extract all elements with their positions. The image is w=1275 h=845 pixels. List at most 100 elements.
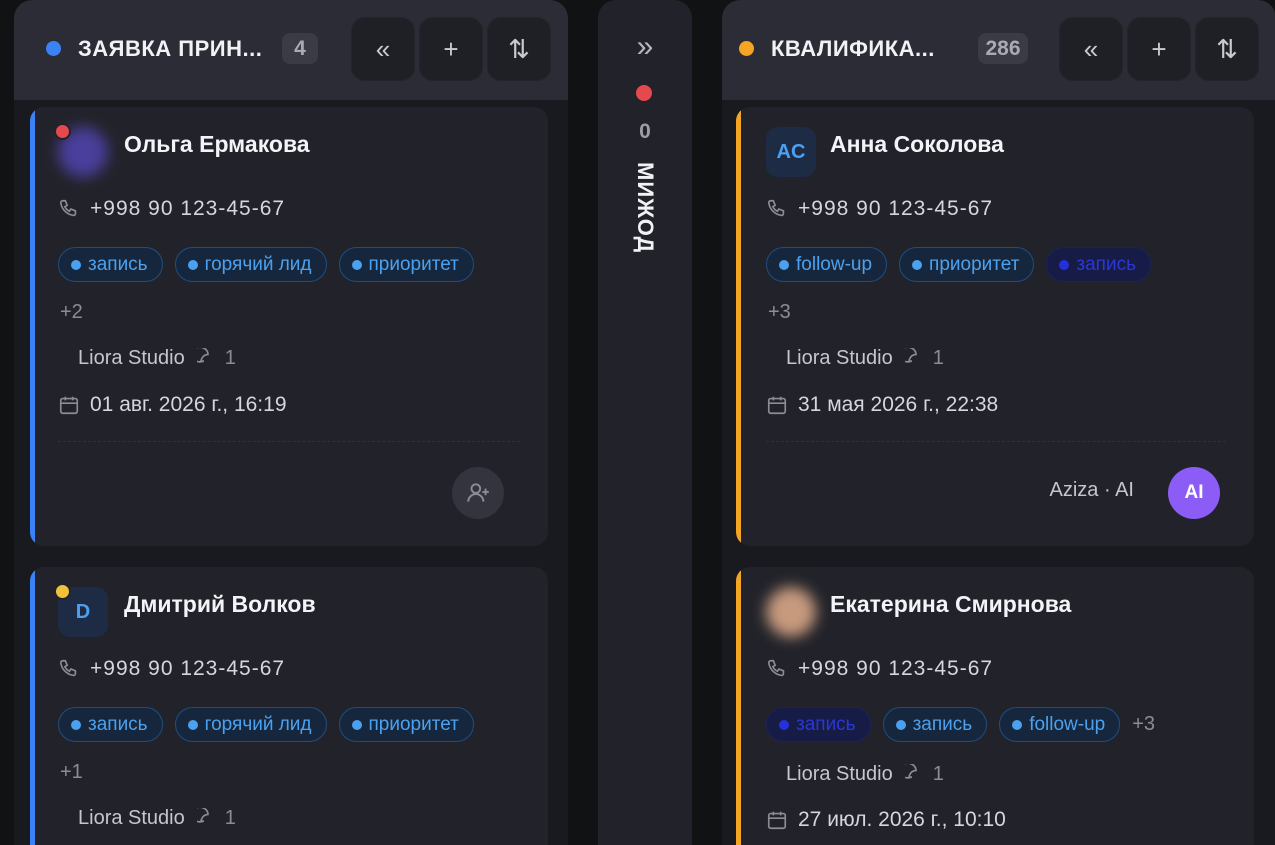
date-text: 31 мая 2026 г., 22:38 [798,393,999,416]
lead-phone[interactable]: +998 90 123-45-67 [58,197,285,221]
comment-count[interactable]: 1 [196,807,236,830]
kanban-column-qualification: КВАЛИФИКА... 286 « + ⇅ AC Анна Соколова … [722,0,1275,845]
tag-chip[interactable]: приоритет [338,707,474,742]
more-tags-count[interactable]: +1 [60,761,83,784]
lead-card[interactable]: AC Анна Соколова +998 90 123-45-67 follo… [736,107,1254,546]
tag-chip[interactable]: запись [58,247,163,282]
column-count-badge: 286 [978,33,1028,64]
column-title: ЗАЯВКА ПРИН... [78,36,263,61]
add-card-button[interactable]: + [419,17,483,81]
presence-dot [54,123,71,140]
tag-chip[interactable]: запись [882,707,988,742]
calendar-icon [767,396,787,415]
more-tags-count[interactable]: +3 [768,301,791,324]
lead-phone[interactable]: +998 90 123-45-67 [58,657,285,681]
phone-number: +998 90 123-45-67 [798,197,994,220]
tag-chip[interactable]: запись [766,707,871,742]
column-status-dot [636,85,652,101]
lead-phone[interactable]: +998 90 123-45-67 [766,197,993,221]
date-row: 01 авг. 2026 г., 16:19 [58,393,287,417]
sort-button[interactable]: ⇅ [487,17,551,81]
kanban-column-request-received: ЗАЯВКА ПРИН... 4 « + ⇅ Ольга Ермакова +9… [14,0,568,845]
lead-phone[interactable]: +998 90 123-45-67 [766,657,993,681]
add-card-button[interactable]: + [1127,17,1191,81]
phone-number: +998 90 123-45-67 [90,657,286,680]
tag-chip[interactable]: follow-up [766,247,888,282]
collapse-column-button[interactable]: « [351,17,415,81]
comment-count[interactable]: 1 [904,347,944,370]
date-text: 01 авг. 2026 г., 16:19 [90,393,287,416]
tag-list: follow-up приоритет запись [766,247,1151,282]
lead-name: Екатерина Смирнова [830,591,1072,617]
comment-count[interactable]: 1 [904,763,944,786]
plus-icon: + [1151,33,1167,64]
lead-name: Анна Соколова [830,131,1004,157]
plus-icon: + [443,33,459,64]
card-accent-bar [30,107,35,546]
sort-icon: ⇅ [1216,33,1238,64]
comment-icon [904,347,917,363]
phone-icon [59,199,77,217]
column-status-dot [46,41,61,56]
tag-chip[interactable]: горячий лид [174,707,327,742]
tag-chip[interactable]: follow-up [999,707,1121,742]
company-name: Liora Studio [78,347,185,369]
card-accent-bar [736,107,741,546]
company-row: Liora Studio 1 [78,347,236,370]
phone-icon [767,659,785,677]
column-header: ЗАЯВКА ПРИН... 4 « + ⇅ [14,0,568,100]
tag-list: запись горячий лид приоритет [58,707,474,742]
column-header: КВАЛИФИКА... 286 « + ⇅ [722,0,1275,100]
sort-button[interactable]: ⇅ [1195,17,1259,81]
date-row: 31 мая 2026 г., 22:38 [766,393,998,417]
card-divider [58,441,520,442]
tag-chip[interactable]: запись [58,707,163,742]
column-title: КВАЛИФИКА... [771,36,935,61]
calendar-icon [767,811,787,830]
company-row: Liora Studio 1 [786,763,944,786]
more-tags-count[interactable]: +2 [60,301,83,324]
collapse-column-button[interactable]: « [1059,17,1123,81]
company-name: Liora Studio [786,763,893,785]
lead-card[interactable]: Ольга Ермакова +998 90 123-45-67 запись … [30,107,548,546]
lead-card[interactable]: Екатерина Смирнова +998 90 123-45-67 зап… [736,567,1254,845]
comment-icon [196,347,209,363]
tag-list: запись запись follow-up +3 [766,707,1155,742]
add-user-icon [467,483,489,502]
card-divider [766,441,1226,442]
double-chevron-left-icon: « [375,33,391,64]
company-name: Liora Studio [78,807,185,829]
company-name: Liora Studio [786,347,893,369]
lead-name: Дмитрий Волков [124,591,316,617]
column-count: 0 [639,120,651,143]
phone-number: +998 90 123-45-67 [90,197,286,220]
company-row: Liora Studio 1 [786,347,944,370]
card-accent-bar [30,567,35,845]
expand-column-icon[interactable]: » [598,30,692,64]
avatar [766,587,816,637]
date-row: 27 июл. 2026 г., 10:10 [766,808,1006,832]
comment-icon [904,763,917,779]
column-status-dot [739,41,754,56]
phone-icon [767,199,785,217]
comment-count[interactable]: 1 [196,347,236,370]
column-count-badge: 4 [282,33,318,64]
assignee-avatar[interactable]: AI [1168,467,1220,519]
company-row: Liora Studio 1 [78,807,236,830]
assign-user-button[interactable] [452,467,504,519]
date-text: 27 июл. 2026 г., 10:10 [798,808,1006,831]
tag-chip[interactable]: горячий лид [174,247,327,282]
avatar: AC [766,127,816,177]
more-tags-count[interactable]: +3 [1132,713,1155,736]
double-chevron-left-icon: « [1083,33,1099,64]
presence-dot [54,583,71,600]
column-title-vertical: МИЖОД [633,162,658,254]
lead-name: Ольга Ермакова [124,131,310,157]
assignee-name: Aziza · AI [1049,479,1134,501]
kanban-column-collapsed[interactable]: » 0 МИЖОД [598,0,692,845]
sort-icon: ⇅ [508,33,530,64]
tag-chip[interactable]: приоритет [899,247,1035,282]
tag-chip[interactable]: приоритет [338,247,474,282]
lead-card[interactable]: D Дмитрий Волков +998 90 123-45-67 запис… [30,567,548,845]
tag-chip[interactable]: запись [1046,247,1151,282]
